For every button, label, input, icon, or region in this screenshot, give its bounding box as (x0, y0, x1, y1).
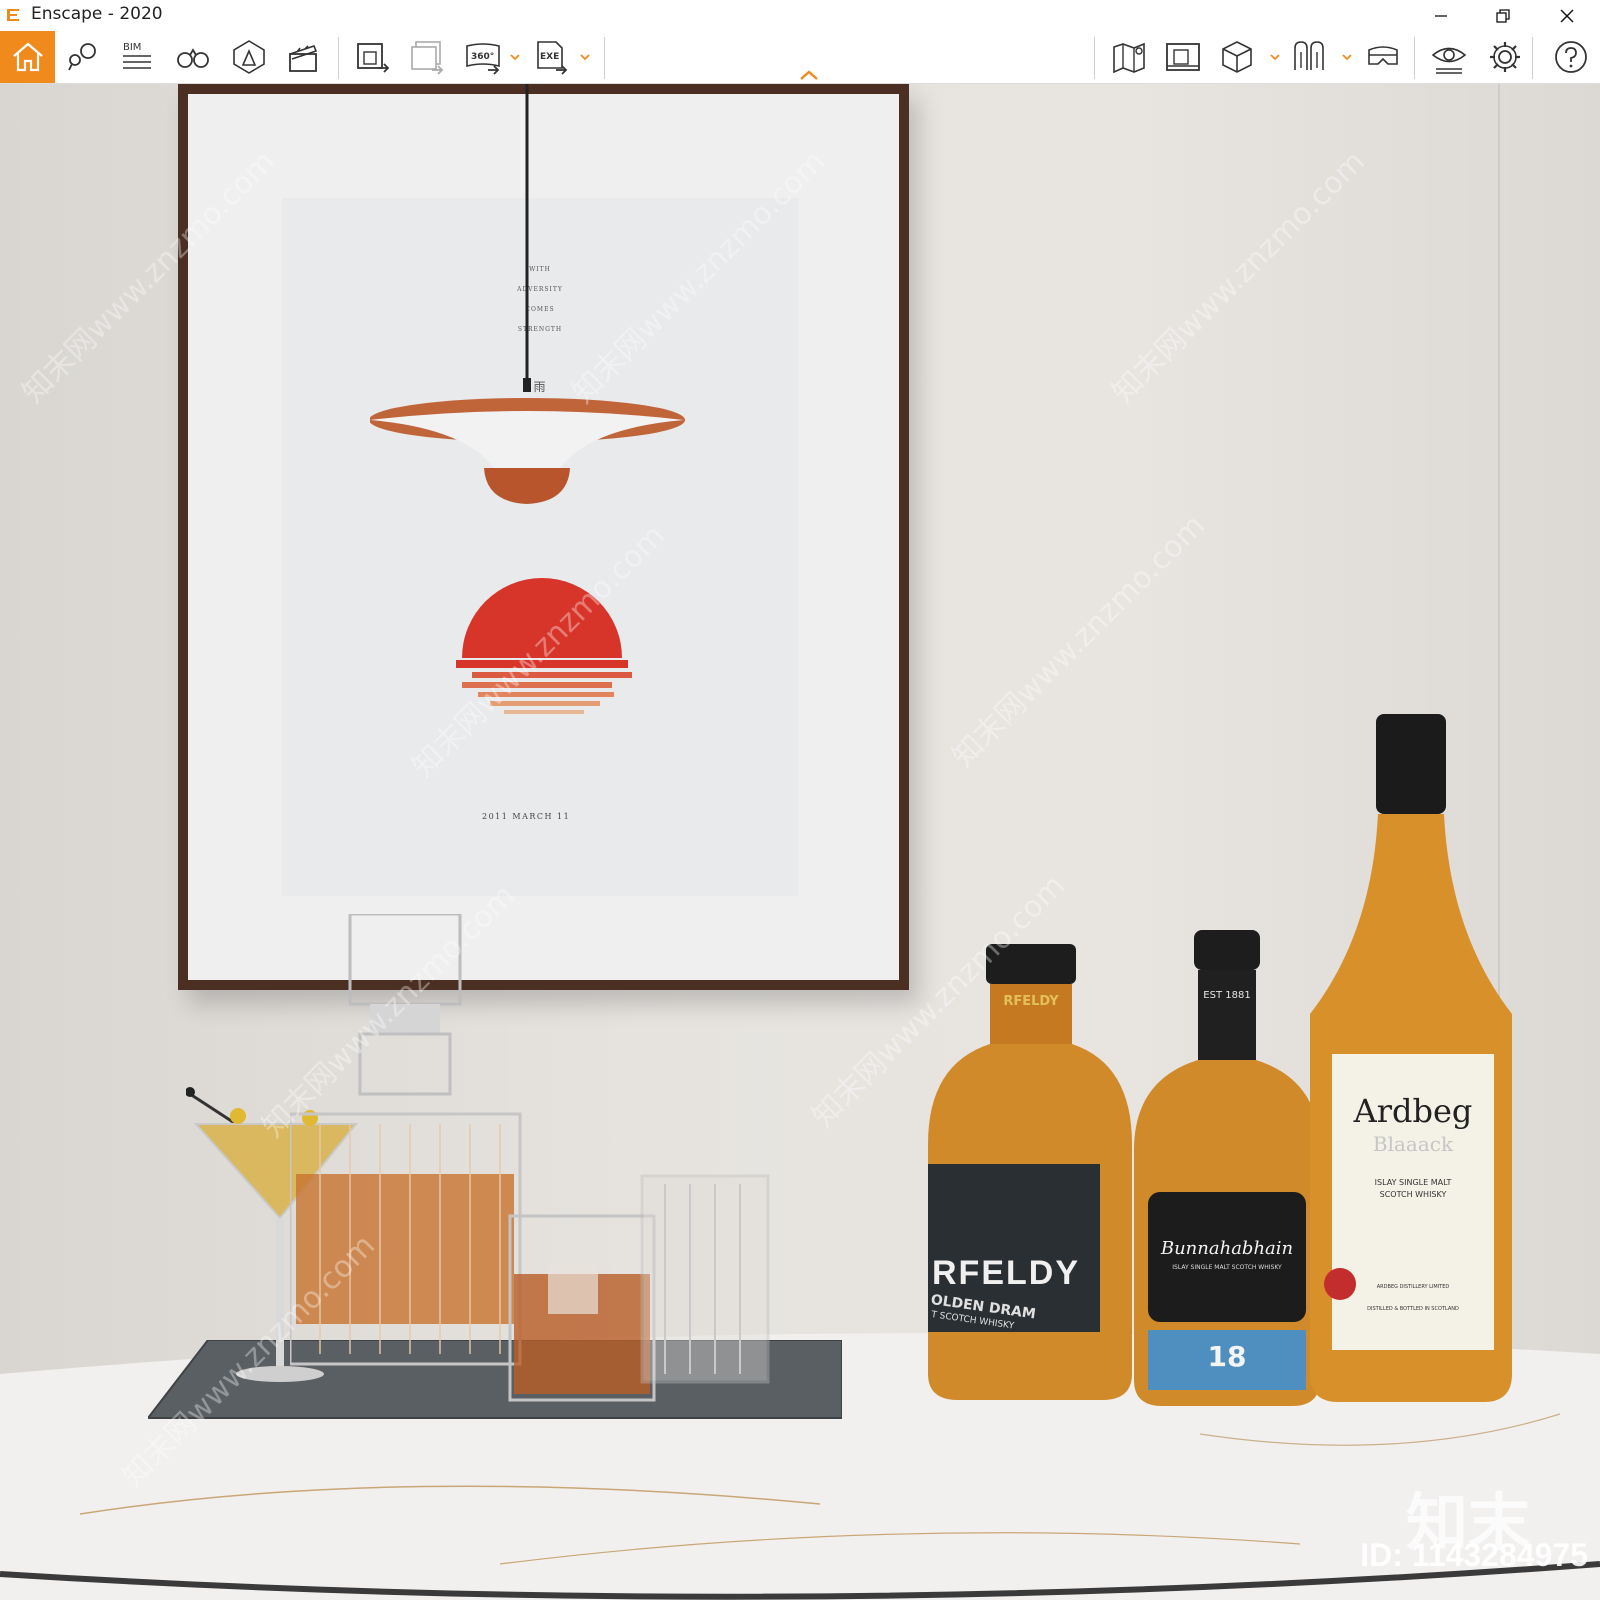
help-button[interactable] (1548, 37, 1594, 77)
diagonal-watermark: 知末网www.znzmo.com (945, 508, 1212, 775)
bottle-label-line: DISTILLED & BOTTLED IN SCOTLAND (1367, 1306, 1459, 1312)
map-icon (1113, 42, 1145, 74)
bottle-shape (1310, 714, 1512, 1402)
help-icon (1555, 41, 1587, 73)
export-exe-icon: EXE (537, 41, 568, 75)
export-exe-button[interactable]: EXE (528, 37, 574, 77)
binoculars-icon (177, 48, 209, 68)
toolbar-separator (1414, 37, 1415, 79)
diagonal-watermark: 知末网www.znzmo.com (1105, 144, 1372, 411)
general-settings-button[interactable] (1482, 37, 1528, 77)
toolbar-separator (338, 37, 339, 79)
visual-settings-eye-icon (1431, 47, 1467, 74)
minimap-button[interactable] (1160, 37, 1206, 77)
clapperboard-icon (289, 45, 318, 72)
bottle-label-line: ISLAY SINGLE MALT SCOTCH WHISKY (1172, 1264, 1282, 1271)
settings-gear-icon (1490, 42, 1520, 72)
asset-library-button[interactable] (1214, 37, 1260, 77)
window-title: Enscape - 2020 (31, 4, 163, 24)
screenshot-button[interactable] (350, 37, 396, 77)
minimize-button[interactable] (1418, 0, 1464, 31)
bim-button[interactable]: BIM (114, 37, 160, 77)
title-bar: Enscape - 2020 (0, 0, 1600, 31)
bottle-brand-label: RFELDY (932, 1254, 1080, 1292)
bottle-neck-label: RFELDY (1003, 994, 1059, 1009)
location-pins-icon (68, 43, 96, 71)
home-button[interactable] (0, 31, 55, 83)
restore-icon (1496, 8, 1510, 23)
video-editor-icon (1166, 43, 1200, 71)
vr-headset-button[interactable] (1360, 37, 1406, 77)
bottle-sub-label: Blaaack (1372, 1132, 1454, 1156)
home-icon (12, 42, 43, 72)
restore-button[interactable] (1480, 0, 1526, 31)
poster-date: 2011 MARCH 11 (482, 812, 571, 821)
walk-mode-button[interactable] (170, 37, 216, 77)
vr-headset-icon (1368, 46, 1398, 65)
whisky-bottle-aberfeldy: RFELDY RFELDY OLDEN DRAM T SCOTCH WHISKY (928, 944, 1132, 1404)
map-button[interactable] (1106, 37, 1152, 77)
bottle-label-line: ARDBEG DISTILLERY LIMITED (1376, 1284, 1450, 1290)
whisky-bottle-bunnahabhain: EST 1881 Bunnahabhain ISLAY SINGLE MALT … (1134, 930, 1320, 1408)
bim-label: BIM (123, 42, 141, 53)
minimize-icon (1435, 14, 1447, 17)
asset-library-cube-icon (1222, 41, 1252, 73)
highball-glass (640, 1174, 770, 1384)
toolbar-separator (604, 37, 605, 79)
watermark-id: ID: 1143284975 (1360, 1537, 1588, 1573)
bottle-brand-label: Bunnahabhain (1160, 1238, 1294, 1259)
visual-settings-button[interactable] (1426, 37, 1472, 77)
render-viewport[interactable]: WITH ADVERSITY COMES STRENGTH 雨 2011 MAR… (0, 84, 1600, 1600)
material-editor-icon (1294, 41, 1324, 70)
close-icon (1560, 9, 1574, 22)
close-button[interactable] (1544, 0, 1590, 31)
toolbar-separator (1094, 37, 1095, 79)
material-editor-button[interactable] (1286, 37, 1332, 77)
chevron-down-icon[interactable] (578, 51, 592, 63)
exe-label: EXE (540, 52, 559, 62)
whisky-bottle-ardbeg: Ardbeg Blaaack ISLAY SINGLE MALT SCOTCH … (1310, 714, 1512, 1404)
collapse-toolbar-chevron-up-icon[interactable] (798, 68, 820, 82)
bottle-neck-label: EST 1881 (1203, 990, 1251, 1001)
export-image-icon (357, 43, 390, 73)
bim-list-icon: BIM (123, 42, 151, 69)
chevron-down-icon[interactable] (1340, 51, 1354, 63)
bottle-shape (928, 944, 1132, 1400)
chevron-down-icon[interactable] (508, 51, 522, 63)
batch-rendering-button[interactable] (404, 37, 450, 77)
bottle-brand-label: Ardbeg (1353, 1092, 1473, 1130)
views-button[interactable] (60, 37, 106, 77)
bottle-label-line: ISLAY SINGLE MALT (1374, 1178, 1452, 1187)
toolbar-separator (1532, 37, 1533, 79)
bottle-age-label: 18 (1207, 1340, 1247, 1373)
panorama-label: 360° (471, 52, 494, 62)
bottle-label-line: SCOTCH WHISKY (1379, 1190, 1447, 1199)
chevron-down-icon[interactable] (1268, 51, 1282, 63)
rocks-glass (508, 1214, 656, 1402)
atmosphere-button[interactable] (226, 37, 272, 77)
atmosphere-icon (233, 40, 265, 74)
panorama-button[interactable]: 360° (460, 37, 506, 77)
panorama-icon: 360° (466, 43, 500, 75)
bottle-shape (1134, 930, 1320, 1406)
batch-render-icon (411, 41, 444, 75)
enscape-logo-icon (7, 9, 19, 21)
video-editor-button[interactable] (280, 37, 326, 77)
